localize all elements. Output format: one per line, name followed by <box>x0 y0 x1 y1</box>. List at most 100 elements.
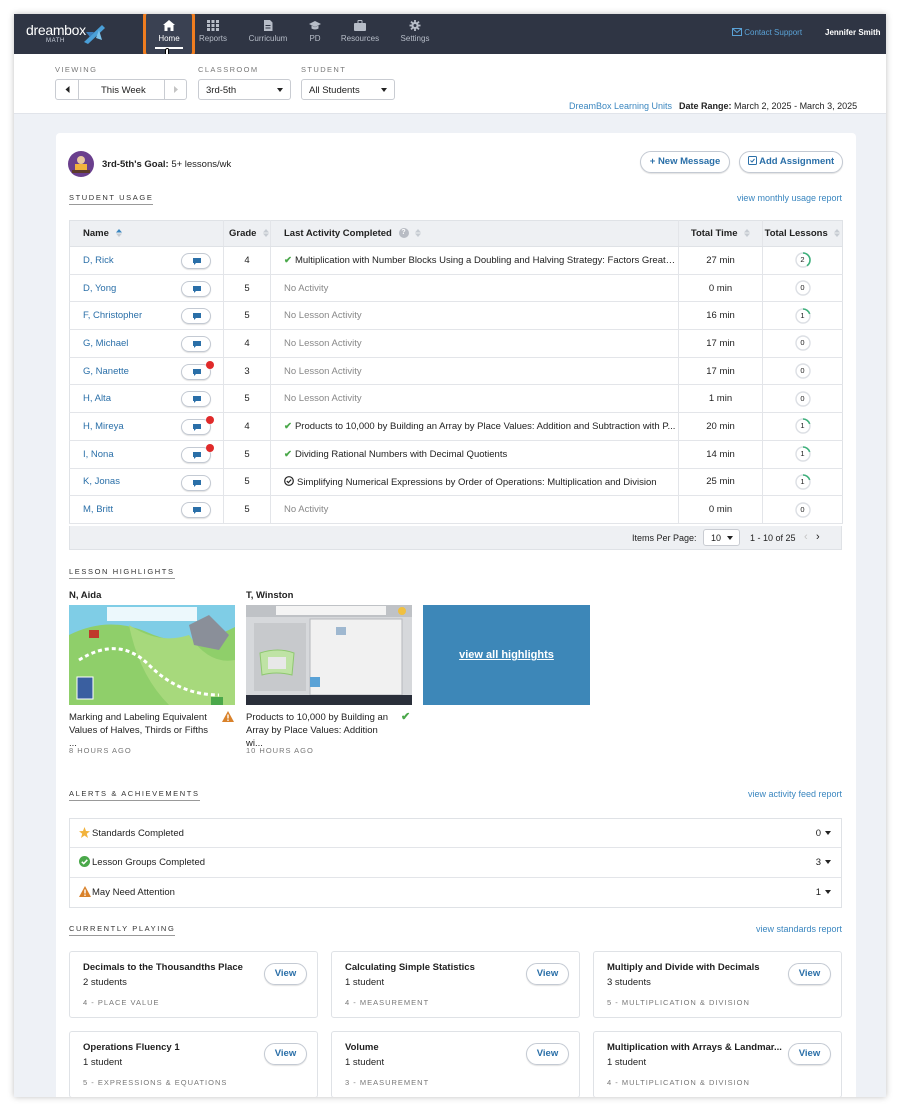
view-button[interactable]: View <box>526 963 569 985</box>
message-student-button[interactable] <box>181 443 214 463</box>
table-row: D, Rick 4 ✔ Multiplication with Number Bloc… <box>69 246 843 275</box>
goal-value: 5+ lessons/wk <box>171 159 232 170</box>
lesson-map-image <box>69 605 235 705</box>
alert-label: Standards Completed <box>92 828 184 839</box>
items-per-page-select[interactable]: 10 <box>703 529 740 546</box>
student-name-link[interactable]: I, Nona <box>83 449 114 460</box>
page-range: 1 - 10 of 25 <box>750 533 796 543</box>
message-student-button[interactable] <box>181 416 214 436</box>
alert-row-standards[interactable]: Standards Completed 0 <box>70 819 841 849</box>
view-button[interactable]: View <box>264 963 307 985</box>
chevron-down-icon <box>277 88 283 92</box>
total-lessons-cell: 0 <box>762 329 843 358</box>
lessons-count: 0 <box>800 393 805 403</box>
week-value: This Week <box>101 85 146 96</box>
nav-settings[interactable]: Settings <box>391 14 439 54</box>
learning-units-link[interactable]: DreamBox Learning Units <box>569 101 672 111</box>
activity-cell: ✔ Multiplication with Number Blocks Using… <box>270 246 679 275</box>
chat-icon <box>193 507 201 515</box>
grade-cell: 3 <box>223 357 271 386</box>
monthly-usage-report-link[interactable]: view monthly usage report <box>737 193 842 203</box>
next-page-button[interactable]: › <box>816 531 820 543</box>
activity-text: No Lesson Activity <box>284 365 362 377</box>
prev-week-button[interactable] <box>56 80 79 99</box>
view-all-highlights-link[interactable]: view all highlights <box>423 605 590 705</box>
student-name-cell: G, Nanette <box>69 357 224 386</box>
table-row: F, Christopher 5 No Lesson Activity 16 min 1 <box>69 301 843 331</box>
total-time-cell: 17 min <box>678 329 763 358</box>
chevron-down-icon <box>825 860 831 865</box>
view-button[interactable]: View <box>264 1043 307 1065</box>
activity-feed-report-link[interactable]: view activity feed report <box>748 789 842 799</box>
new-message-label: New Message <box>657 156 721 167</box>
highlight-title[interactable]: Marking and Labeling Equivalent Values o… <box>69 711 215 750</box>
col-grade[interactable]: Grade <box>223 220 271 247</box>
student-select[interactable]: All Students <box>301 79 395 100</box>
new-message-button[interactable]: + New Message <box>640 151 730 173</box>
message-student-button[interactable] <box>181 474 211 491</box>
table-row: H, Alta 5 No Lesson Activity 1 min 0 <box>69 384 843 414</box>
grid-icon <box>207 20 219 31</box>
student-name-cell: D, Yong <box>69 274 224 303</box>
highlight-time: 8 HOURS AGO <box>69 746 132 755</box>
message-student-button[interactable] <box>181 253 211 269</box>
contact-support-label: Contact Support <box>744 28 803 37</box>
alert-row-lesson-groups[interactable]: Lesson Groups Completed 3 <box>70 848 841 878</box>
classroom-select[interactable]: 3rd-5th <box>198 79 291 100</box>
dreambox-logo[interactable]: dreambox MATH <box>26 22 108 48</box>
alert-label: Lesson Groups Completed <box>92 857 206 869</box>
student-name-link[interactable]: K, Jonas <box>83 476 120 487</box>
student-name-link[interactable]: D, Rick <box>83 255 114 266</box>
add-assignment-button[interactable]: Add Assignment <box>739 151 843 173</box>
standards-report-link[interactable]: view standards report <box>756 924 842 934</box>
nav-curriculum[interactable]: Curriculum <box>244 14 292 54</box>
col-total-lessons[interactable]: Total Lessons <box>762 220 843 247</box>
date-range-label: Date Range: <box>679 101 732 111</box>
prev-page-button[interactable]: ‹ <box>804 531 808 543</box>
playing-card-category: 3 - MEASUREMENT <box>345 1078 430 1087</box>
user-name[interactable]: Jennifer Smith <box>825 28 881 37</box>
alert-row-attention[interactable]: May Need Attention 1 <box>70 878 841 907</box>
activity-cell: No Lesson Activity <box>270 357 679 386</box>
col-name[interactable]: Name <box>69 220 224 247</box>
home-icon <box>163 20 175 31</box>
student-name-link[interactable]: G, Nanette <box>83 366 129 377</box>
highlight-title[interactable]: Products to 10,000 by Building an Array … <box>246 711 392 750</box>
next-week-button[interactable] <box>164 80 187 99</box>
student-name-link[interactable]: F, Christopher <box>83 310 142 321</box>
playing-card-title: Decimals to the Thousandths Place <box>83 962 243 973</box>
student-name-link[interactable]: D, Yong <box>83 283 116 294</box>
highlight-thumbnail[interactable] <box>69 605 235 705</box>
student-name-link[interactable]: G, Michael <box>83 338 128 349</box>
message-student-button[interactable] <box>181 502 211 519</box>
highlight-student: N, Aida <box>69 590 102 601</box>
message-student-button[interactable] <box>181 360 214 380</box>
col-total-time[interactable]: Total Time <box>678 220 763 247</box>
chevron-down-icon <box>825 831 831 835</box>
view-button[interactable]: View <box>526 1043 569 1065</box>
message-student-button[interactable] <box>181 308 211 325</box>
message-student-button[interactable] <box>181 336 211 353</box>
nav-reports[interactable]: Reports <box>189 14 237 54</box>
message-student-button[interactable] <box>181 391 211 408</box>
contact-support-link[interactable]: Contact Support <box>732 28 802 37</box>
lessons-progress-ring: 0 <box>794 390 812 408</box>
message-student-button[interactable] <box>181 280 211 297</box>
student-name-link[interactable]: H, Alta <box>83 393 111 404</box>
student-name-cell: I, Nona <box>69 440 224 469</box>
student-name-cell: F, Christopher <box>69 301 224 331</box>
playing-card-students: 2 students <box>83 977 127 988</box>
col-activity[interactable]: Last Activity Completed ? <box>270 220 679 247</box>
nav-resources[interactable]: Resources <box>336 14 384 54</box>
classroom-value: 3rd-5th <box>206 85 237 96</box>
playing-card-title: Calculating Simple Statistics <box>345 962 475 973</box>
student-name-link[interactable]: M, Britt <box>83 504 113 515</box>
nav-pd[interactable]: PD <box>291 14 339 54</box>
view-button[interactable]: View <box>788 1043 831 1065</box>
col-name-label: Name <box>83 228 109 239</box>
highlight-thumbnail[interactable] <box>246 605 412 705</box>
student-name-link[interactable]: H, Mireya <box>83 421 124 432</box>
classroom-label: CLASSROOM <box>198 65 259 74</box>
view-button[interactable]: View <box>788 963 831 985</box>
help-icon[interactable]: ? <box>398 228 409 239</box>
